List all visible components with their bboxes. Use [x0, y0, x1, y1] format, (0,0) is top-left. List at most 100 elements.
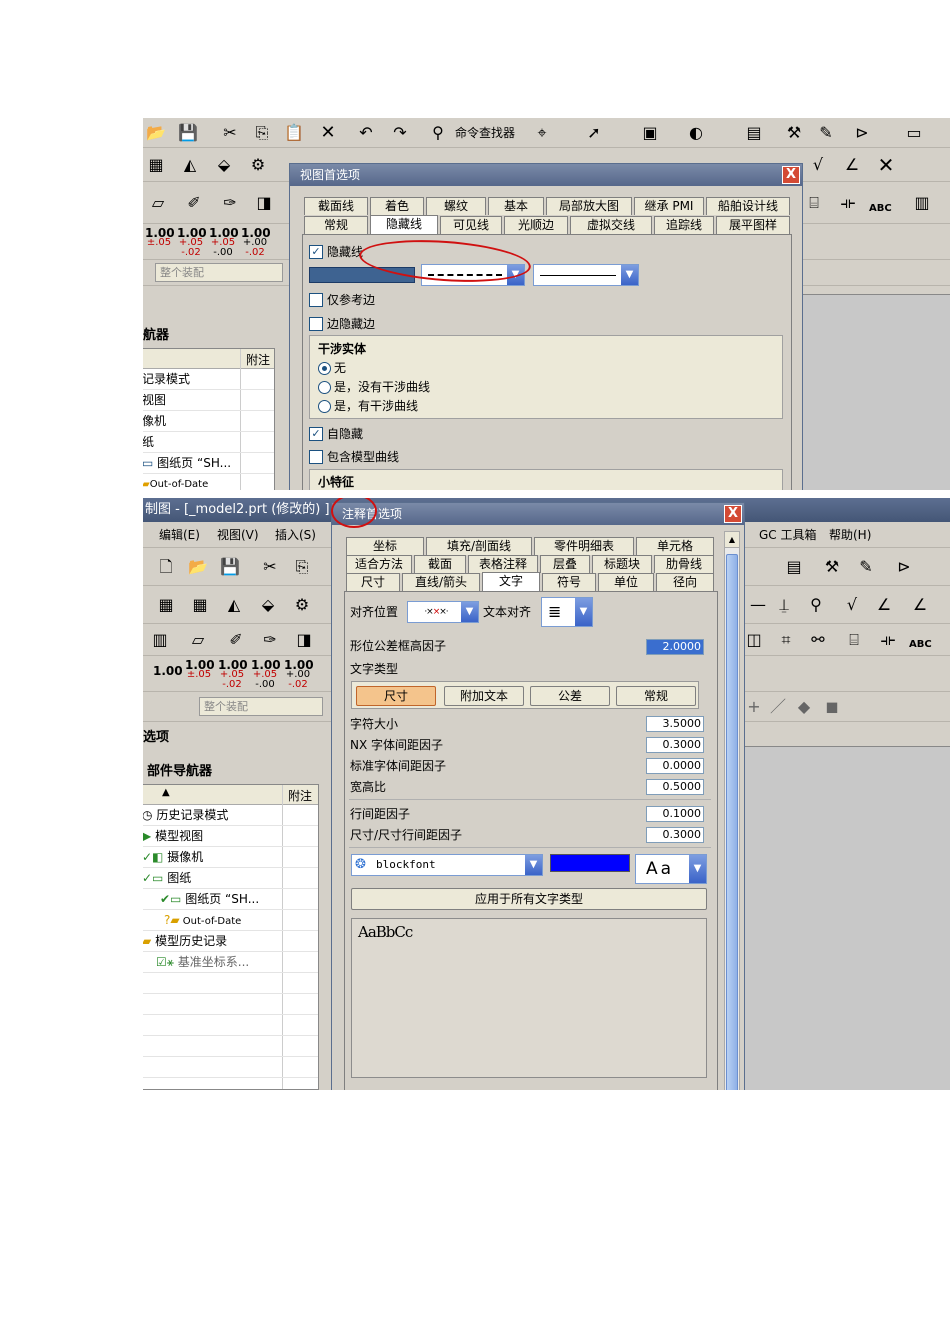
radical-icon[interactable]: √: [841, 594, 863, 616]
detail-view-icon[interactable]: ⚙: [247, 154, 269, 176]
tab-symbol[interactable]: 符号: [542, 573, 596, 591]
tab-cell[interactable]: 单元格: [636, 537, 714, 555]
tolerance-3[interactable]: 1.00 +.05 -.00: [209, 227, 239, 258]
copy-icon[interactable]: ⎘: [251, 122, 273, 144]
gdt-frame-input[interactable]: 2.0000: [646, 639, 704, 655]
tools-icon[interactable]: ⚒: [821, 556, 843, 578]
annotation-icon[interactable]: ✎: [815, 122, 837, 144]
frame-icon[interactable]: ◫: [743, 629, 765, 651]
radio-yes-curve[interactable]: [318, 400, 331, 413]
self-hidden-checkbox[interactable]: ✓: [309, 427, 323, 441]
menu-gc-toolbox[interactable]: GC 工具箱: [759, 524, 817, 546]
dialog-scrollbar[interactable]: ▲: [724, 531, 740, 1090]
tab-detail-view[interactable]: 局部放大图: [546, 197, 632, 215]
dim-line-spacing-input[interactable]: 0.3000: [646, 827, 704, 843]
edit-green-icon[interactable]: ✐: [183, 192, 205, 214]
list-item[interactable]: ◷ 历史记录模式: [143, 805, 318, 826]
open-folder-icon[interactable]: 📂: [145, 122, 167, 144]
save-icon[interactable]: 💾: [177, 122, 199, 144]
cursor-icon[interactable]: ➚: [583, 122, 605, 144]
tab-inherit-pmi[interactable]: 继承 PMI: [634, 197, 704, 215]
cut-icon[interactable]: ✂: [219, 122, 241, 144]
list-item[interactable]: ✓▭ 图纸: [143, 868, 318, 889]
slash-icon[interactable]: ／: [767, 696, 789, 718]
tab-flat-pattern[interactable]: 展平图样: [716, 216, 790, 234]
font-color-swatch[interactable]: [550, 854, 630, 872]
new-file-icon[interactable]: 🗋: [155, 556, 177, 578]
list-item[interactable]: ☑⚹ 基准坐标系...: [143, 952, 318, 973]
tab-virtual-intersection[interactable]: 虚拟交线: [570, 216, 652, 234]
tab-ship-design-line[interactable]: 船舶设计线: [706, 197, 790, 215]
delete-icon[interactable]: ✕: [317, 122, 339, 144]
text-type-general-button[interactable]: 常规: [616, 686, 696, 706]
scroll-up-icon[interactable]: ▲: [725, 532, 739, 548]
play-icon[interactable]: ⊳: [893, 556, 915, 578]
list-item[interactable]: ✓◧ 摄像机: [143, 847, 318, 868]
list-item[interactable]: 视图: [143, 390, 274, 411]
datum-icon[interactable]: ⍊: [773, 594, 795, 616]
cube-icon[interactable]: ◼: [821, 696, 843, 718]
column-attach[interactable]: 附注: [288, 787, 312, 804]
sheet-icon[interactable]: ▦: [155, 594, 177, 616]
dimension-icon[interactable]: ⟛: [877, 629, 899, 651]
radical-icon[interactable]: √: [807, 154, 829, 176]
chevron-down-icon[interactable]: ▼: [461, 602, 478, 622]
tab-general[interactable]: 常规: [304, 216, 368, 234]
font-style-dropdown[interactable]: Aa ▼: [635, 854, 707, 884]
text-type-appended-button[interactable]: 附加文本: [444, 686, 524, 706]
table-icon[interactable]: ▥: [149, 629, 171, 651]
tolerance-4[interactable]: 1.00 +.00 -.02: [241, 227, 271, 258]
sheet-icon[interactable]: ▦: [145, 154, 167, 176]
layer-icon[interactable]: ▤: [783, 556, 805, 578]
radio-yes-no-curve[interactable]: [318, 381, 331, 394]
feature-frame-icon[interactable]: ⌸: [843, 629, 865, 651]
scope-filter[interactable]: 整个装配: [199, 697, 323, 716]
list-item[interactable]: 纸: [143, 432, 274, 453]
tab-thread[interactable]: 螺纹: [426, 197, 486, 215]
annotation-icon[interactable]: ✎: [855, 556, 877, 578]
std-font-gap-input[interactable]: 0.0000: [646, 758, 704, 774]
angle-icon[interactable]: ∠: [841, 154, 863, 176]
edit-settings-icon[interactable]: ✑: [259, 629, 281, 651]
tab-hidden-line[interactable]: 隐藏线: [370, 215, 438, 234]
tolerance-1[interactable]: 1.00 ±.05: [145, 227, 175, 248]
tab-section[interactable]: 截面: [414, 555, 466, 573]
tab-visible-line[interactable]: 可见线: [440, 216, 502, 234]
cut-icon[interactable]: ✂: [259, 556, 281, 578]
tab-trace-line[interactable]: 追踪线: [654, 216, 714, 234]
tools-icon[interactable]: ⚒: [783, 122, 805, 144]
window-icon[interactable]: ▣: [639, 122, 661, 144]
hidden-line-width-dropdown[interactable]: ▼: [533, 264, 639, 286]
scope-filter[interactable]: 整个装配: [155, 263, 283, 282]
tab-coordinate[interactable]: 坐标: [346, 537, 424, 555]
base-view-icon[interactable]: ◭: [179, 154, 201, 176]
list-item[interactable]: ?▰ Out-of-Date: [143, 910, 318, 931]
graphics-window[interactable]: [743, 746, 950, 1090]
shading-icon[interactable]: ◐: [685, 122, 707, 144]
line-spacing-input[interactable]: 0.1000: [646, 806, 704, 822]
table-icon[interactable]: ▥: [911, 192, 933, 214]
tab-unit[interactable]: 单位: [598, 573, 654, 591]
tab-stack[interactable]: 层叠: [540, 555, 590, 573]
ref-edges-only-checkbox[interactable]: [309, 293, 323, 307]
copy-icon[interactable]: ⎘: [291, 556, 313, 578]
redo-icon[interactable]: ↷: [389, 122, 411, 144]
chevron-down-icon[interactable]: ▼: [575, 598, 592, 626]
tab-section-line[interactable]: 截面线: [304, 197, 368, 215]
text-type-dimension-button[interactable]: 尺寸: [356, 686, 436, 706]
eraser-icon[interactable]: ▱: [147, 192, 169, 214]
tolerance-5[interactable]: 1.00 +.00 -.02: [284, 659, 314, 690]
ruler-icon[interactable]: ▭: [903, 122, 925, 144]
command-finder-button[interactable]: 命令查找器: [455, 122, 515, 144]
dimension-icon[interactable]: ⟛: [837, 192, 859, 214]
base-view-icon[interactable]: ▦: [189, 594, 211, 616]
section-view-icon[interactable]: ⬙: [257, 594, 279, 616]
snap-icon[interactable]: ⌖: [531, 122, 553, 144]
grid-icon[interactable]: ⌗: [775, 629, 797, 651]
line-icon[interactable]: —: [747, 594, 769, 616]
font-dropdown[interactable]: ❂ blockfont ▼: [351, 854, 543, 876]
tolerance-4[interactable]: 1.00 +.05 -.00: [251, 659, 281, 690]
detail-view-icon[interactable]: ⚙: [291, 594, 313, 616]
include-model-curves-checkbox[interactable]: [309, 450, 323, 464]
paste-icon[interactable]: 📋: [283, 122, 305, 144]
